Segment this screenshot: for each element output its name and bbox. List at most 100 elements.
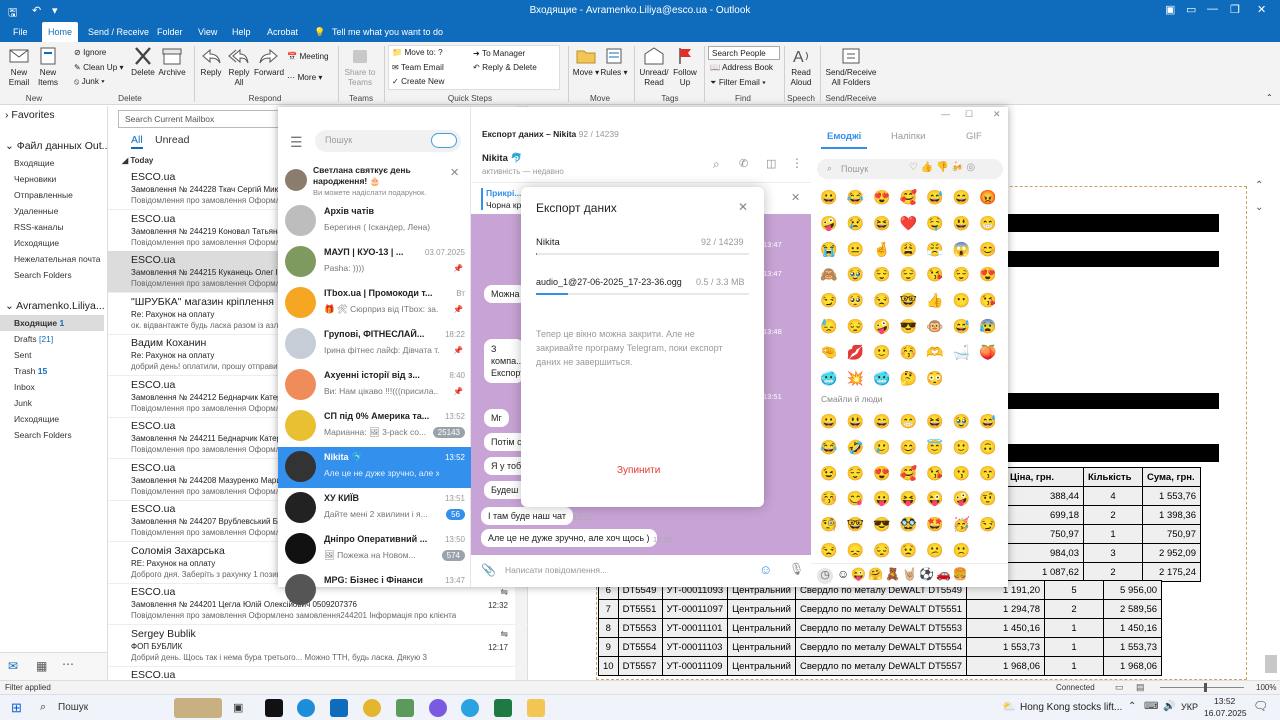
archive-button[interactable]: Archive — [156, 46, 188, 78]
pinned-close-icon[interactable]: ✕ — [791, 191, 800, 204]
account-folder-search[interactable]: Search Folders — [14, 430, 72, 440]
filter-all-tab[interactable]: All — [131, 134, 143, 149]
account-folder-junk[interactable]: Junk — [14, 398, 32, 408]
notifications-icon[interactable]: 🗨 — [1253, 699, 1268, 713]
unread-read-button[interactable]: Unread/ Read — [636, 46, 672, 88]
emoji[interactable]: 😌 — [846, 465, 866, 481]
tab-stickers[interactable]: Наліпки — [891, 131, 925, 142]
emoji[interactable]: 😊 — [899, 439, 919, 455]
emoji[interactable]: 🐵 — [925, 318, 945, 334]
emoji[interactable]: 👍 — [925, 292, 945, 308]
emoji[interactable]: 🤨 — [978, 490, 998, 506]
chat-item[interactable]: Архів чатів Берегиня ( Іскандер, Лена) — [278, 201, 471, 242]
chat-item[interactable]: Ахуенні історії від з... Ви: Нам цікаво !… — [278, 365, 471, 406]
tg-maximize-icon[interactable]: ☐ — [965, 109, 973, 120]
follow-up-button[interactable]: Follow Up — [670, 46, 700, 88]
chat-item[interactable]: Дніпро Оперативний ... 🖼 Пожежа на Новом.… — [278, 529, 471, 570]
new-items-button[interactable]: New Items — [34, 46, 62, 88]
message-bubble[interactable]: Але це не дуже зручно, але хоч щось ) — [481, 529, 657, 547]
emoji[interactable]: 😍 — [872, 465, 892, 481]
emoji[interactable]: 🤪 — [819, 215, 839, 231]
emoji[interactable]: 😌 — [872, 266, 892, 282]
emoji[interactable]: 😟 — [899, 542, 919, 558]
emoji[interactable]: 😆 — [872, 215, 892, 231]
emoji[interactable]: 😃 — [952, 215, 972, 231]
move-button[interactable]: Move ▾ — [572, 46, 600, 78]
send-receive-all-button[interactable]: Send/Receive All Folders — [822, 46, 880, 88]
address-book-button[interactable]: 📖 Address Book — [710, 63, 773, 73]
forward-button[interactable]: Forward — [253, 46, 285, 78]
chat-item[interactable]: Nikita 🐬 Але це не дуже зручно, але хоч..… — [278, 447, 471, 488]
emoji[interactable]: 😌 — [952, 266, 972, 282]
emoji[interactable]: 😄 — [872, 413, 892, 429]
tray-chevron-icon[interactable]: ⌃ — [1128, 701, 1136, 712]
emoji[interactable]: 😍 — [872, 189, 892, 205]
chat-item[interactable]: СП під 0% Америка та... Марианна: 🖼 3-pac… — [278, 406, 471, 447]
emoji[interactable]: 😚 — [899, 344, 919, 360]
language-indicator[interactable]: УКР — [1181, 702, 1198, 712]
emoji[interactable]: 😆 — [925, 413, 945, 429]
mail-item[interactable]: Sergey Bublik ФОП БУБЛИК Добрий день. Щось… — [108, 625, 528, 667]
restore-icon[interactable]: ❐ — [1230, 3, 1240, 16]
emoji[interactable]: 🥶 — [872, 370, 892, 386]
mail-flag-icon[interactable]: ⇋ — [500, 587, 508, 598]
emoji[interactable]: 🙂 — [952, 439, 972, 455]
emoji[interactable]: 😭 — [819, 241, 839, 257]
calendar-icon[interactable]: ▦ — [36, 659, 47, 673]
mail-icon[interactable]: ✉ — [8, 659, 18, 673]
emoji[interactable]: 😩 — [899, 241, 919, 257]
ribbon-display-icon[interactable]: ▭ — [1186, 3, 1196, 16]
menu-send-receive[interactable]: Send / Receive — [88, 27, 149, 37]
emoji[interactable]: 😞 — [846, 542, 866, 558]
emoji[interactable]: 😎 — [872, 516, 892, 532]
emoji[interactable]: 🤤 — [925, 215, 945, 231]
chat-item[interactable]: МАУП | КУО-13 | ... Pasha: )))) 03.07.2025… — [278, 242, 471, 283]
mail-flag-icon[interactable]: ⇋ — [500, 629, 508, 640]
emoji[interactable]: 🤪 — [872, 318, 892, 334]
message-input[interactable]: Написати повідомлення... — [505, 565, 607, 575]
datafile-header[interactable]: ⌄ Файл данных Out... — [5, 140, 110, 152]
folder-sent[interactable]: Отправленные — [14, 190, 73, 200]
reading-scrollbar-thumb[interactable] — [1265, 655, 1277, 673]
ignore-button[interactable]: ⊘ Ignore — [74, 47, 106, 57]
peer-name[interactable]: Nikita 🐬 — [482, 153, 522, 164]
chat-item[interactable]: ХУ КИЇВ Дайте мені 2 хвилини і я... 13:51 5… — [278, 488, 471, 529]
emoji-category-row[interactable]: ☺😜🤗🧸🤘🏼⚽🚗🍔 — [837, 567, 970, 581]
telegram-search-input[interactable]: Пошук — [315, 130, 461, 152]
birthday-close-icon[interactable]: ✕ — [450, 166, 459, 179]
emoji[interactable]: 😓 — [819, 318, 839, 334]
emoji[interactable]: 😘 — [978, 292, 998, 308]
folder-junk[interactable]: Нежелательная почта — [14, 254, 101, 264]
emoji[interactable]: 🤔 — [899, 370, 919, 386]
emoji[interactable]: 💋 — [846, 344, 866, 360]
emoji[interactable]: 😅 — [978, 413, 998, 429]
chat-item[interactable]: МРG: Бізнес і Фінанси 13:47 — [278, 570, 471, 611]
emoji[interactable]: 🤩 — [925, 516, 945, 532]
emoji[interactable]: 😅 — [952, 318, 972, 334]
emoji[interactable]: ❤️ — [899, 215, 919, 231]
emoji[interactable]: 🙈 — [819, 266, 839, 282]
emoji[interactable]: 😒 — [819, 542, 839, 558]
emoji[interactable]: 😚 — [819, 490, 839, 506]
menu-view[interactable]: View — [198, 27, 217, 37]
emoji[interactable]: 😕 — [925, 542, 945, 558]
emoji[interactable]: 😁 — [899, 413, 919, 429]
emoji[interactable]: 😜 — [925, 490, 945, 506]
chrome-icon[interactable] — [363, 699, 381, 717]
emoji[interactable]: 😃 — [846, 413, 866, 429]
emoji[interactable]: 😇 — [925, 439, 945, 455]
account-folder-inbox[interactable]: Входящие 1 — [14, 318, 64, 328]
emoji[interactable]: 🥰 — [899, 189, 919, 205]
junk-button[interactable]: ⦸ Junk ▾ — [74, 77, 105, 87]
menu-hamburger-icon[interactable]: ☰ — [290, 134, 303, 151]
quickstep-reply-delete[interactable]: ↶ Reply & Delete — [473, 62, 537, 72]
emoji[interactable]: 😙 — [978, 465, 998, 481]
emoji[interactable]: 😝 — [899, 490, 919, 506]
emoji[interactable]: 💥 — [846, 370, 866, 386]
emoji[interactable]: 🛁 — [952, 344, 972, 360]
new-email-button[interactable]: New Email — [4, 46, 34, 88]
attach-icon[interactable]: 📎 — [481, 563, 496, 577]
emoji[interactable]: 😊 — [978, 241, 998, 257]
emoji[interactable]: 🤞 — [872, 241, 892, 257]
tell-me-search[interactable]: Tell me what you want to do — [332, 27, 443, 37]
